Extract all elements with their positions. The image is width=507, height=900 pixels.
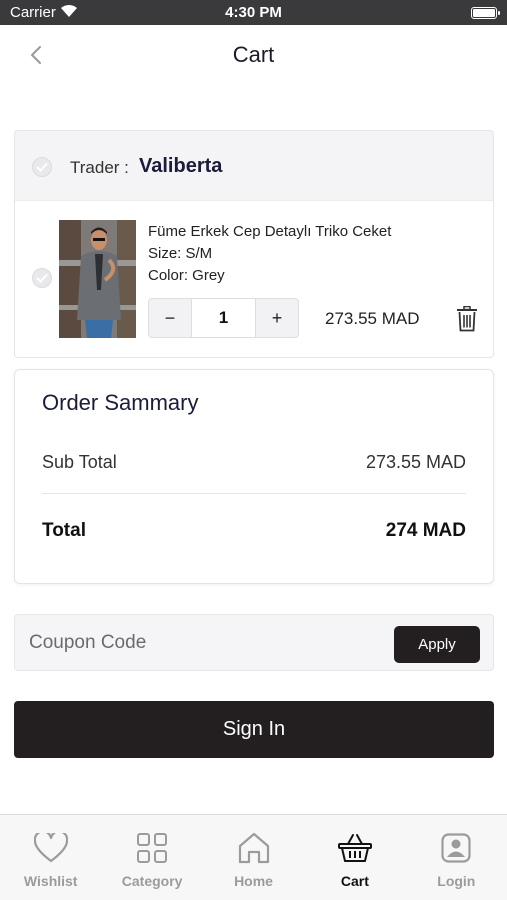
tab-cart[interactable]: Cart <box>304 815 405 900</box>
item-select-checkbox[interactable] <box>32 268 52 288</box>
order-summary-title: Order Sammary <box>42 390 199 415</box>
increment-button[interactable]: + <box>256 299 298 337</box>
tab-wishlist[interactable]: Wishlist <box>0 815 101 900</box>
basket-icon <box>337 831 372 865</box>
total-label: Total <box>42 520 86 541</box>
tab-login[interactable]: Login <box>406 815 507 900</box>
trader-name[interactable]: Valiberta <box>139 155 222 178</box>
subtotal-label: Sub Total <box>42 452 117 472</box>
sign-in-button[interactable]: Sign In <box>14 701 494 758</box>
summary-divider <box>42 493 466 494</box>
tab-bar: Wishlist Category Home Cart Login <box>0 814 507 900</box>
battery-icon <box>471 7 500 19</box>
heart-icon <box>33 831 68 865</box>
check-icon <box>36 162 48 172</box>
product-color: Color: Grey <box>148 267 225 284</box>
nav-bar: Cart <box>0 25 507 85</box>
item-price: 273.55 MAD <box>325 309 420 328</box>
trader-header: Trader : Valiberta <box>15 131 493 201</box>
order-summary-card: Order Sammary Sub Total 273.55 MAD Total… <box>14 369 494 584</box>
user-icon <box>439 831 473 865</box>
status-time: 4:30 PM <box>225 4 282 21</box>
product-image[interactable] <box>59 220 136 338</box>
quantity-stepper: − 1 + <box>148 298 299 338</box>
home-icon <box>237 831 271 865</box>
trash-icon <box>457 305 477 332</box>
total-value: 274 MAD <box>385 520 466 541</box>
product-size: Size: S/M <box>148 245 213 262</box>
trader-card: Trader : Valiberta Füme Erkek Cep Detayl… <box>14 130 494 358</box>
apply-coupon-button[interactable]: Apply <box>394 626 480 663</box>
tab-label: Home <box>234 873 273 889</box>
subtotal-value: 273.55 MAD <box>365 452 466 472</box>
delete-item-button[interactable] <box>456 305 478 332</box>
trader-select-checkbox[interactable] <box>32 157 52 177</box>
tab-category[interactable]: Category <box>101 815 202 900</box>
coupon-code-input[interactable] <box>29 632 389 654</box>
tab-label: Login <box>437 873 476 889</box>
tab-home[interactable]: Home <box>203 815 304 900</box>
trader-label: Trader : <box>70 158 129 177</box>
page-title: Cart <box>232 42 275 67</box>
coupon-row: Apply <box>14 614 494 671</box>
tab-label: Wishlist <box>23 873 78 889</box>
tab-label: Cart <box>340 873 369 889</box>
grid-icon <box>135 831 169 865</box>
quantity-value[interactable]: 1 <box>191 299 256 337</box>
cart-item: Füme Erkek Cep Detaylı Triko Ceket Size:… <box>15 201 493 357</box>
status-bar: Carrier 4:30 PM <box>0 0 507 25</box>
decrement-button[interactable]: − <box>149 299 191 337</box>
product-name[interactable]: Füme Erkek Cep Detaylı Triko Ceket <box>148 223 391 240</box>
tab-label: Category <box>121 873 183 889</box>
check-icon <box>36 273 48 283</box>
